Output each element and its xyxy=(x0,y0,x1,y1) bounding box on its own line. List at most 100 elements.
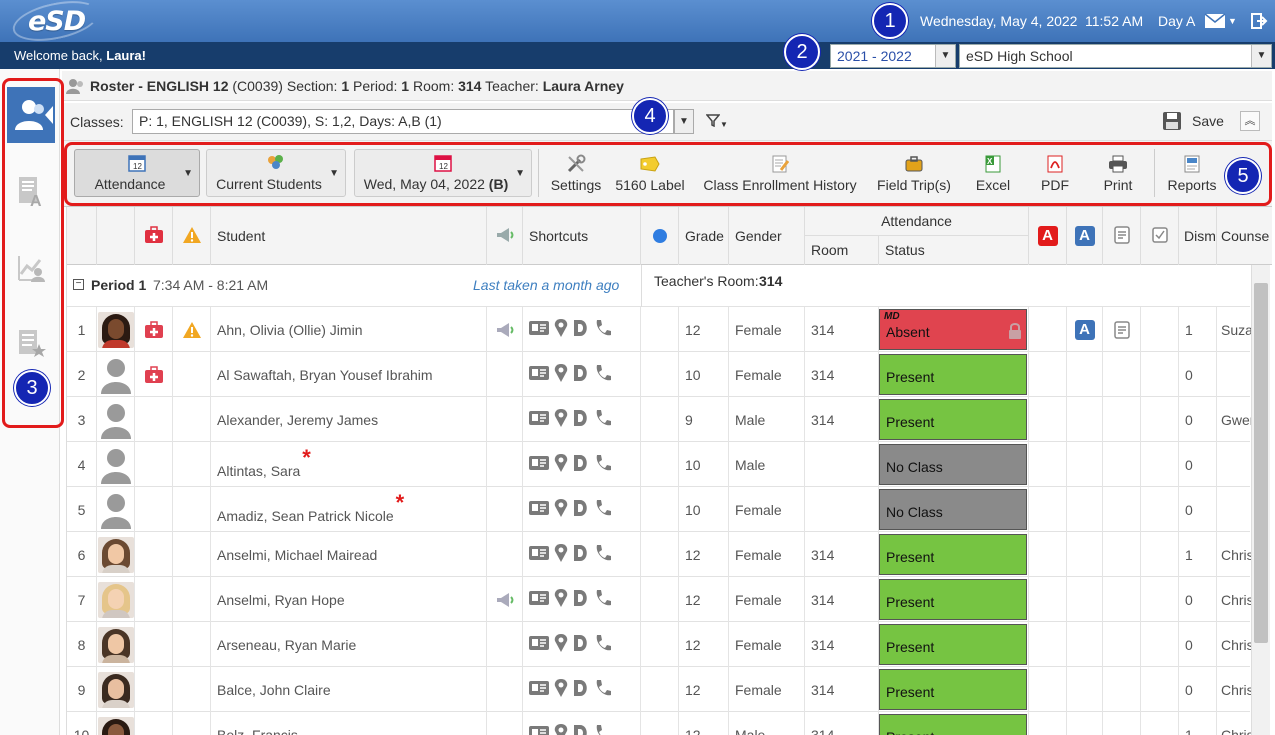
table-row[interactable]: 6 Anselmi, Michael Mairead 12 Female 314 Pres… xyxy=(67,532,1254,577)
table-row[interactable]: 8 Arseneau, Ryan Marie 12 Female 314 Present 0… xyxy=(67,622,1254,667)
attendance-status-button[interactable]: Present xyxy=(879,534,1027,575)
attendance-status-button[interactable]: No Class xyxy=(879,444,1027,485)
gender-header[interactable]: Gender xyxy=(729,207,805,265)
student-name[interactable]: Altintas, Sara * xyxy=(211,442,487,487)
id-card-icon[interactable] xyxy=(529,321,549,338)
period-group-row[interactable]: − Period 1 7:34 AM - 8:21 AM Last taken … xyxy=(67,265,1250,307)
attendance-status-button[interactable]: Present xyxy=(879,669,1027,710)
student-name[interactable]: Amadiz, Sean Patrick Nicole * xyxy=(211,487,487,532)
phone-icon[interactable] xyxy=(594,454,612,475)
table-row[interactable]: 2 Al Sawaftah, Bryan Yousef Ibrahim 10 Fema… xyxy=(67,352,1250,397)
room-header[interactable]: Room xyxy=(805,236,879,265)
location-pin-icon[interactable] xyxy=(554,453,568,476)
red-a-header[interactable]: A xyxy=(1029,207,1067,265)
scrollbar-thumb[interactable] xyxy=(1254,283,1268,643)
phone-icon[interactable] xyxy=(594,544,612,565)
medical-cell[interactable] xyxy=(135,352,173,397)
attendance-status-button[interactable]: Present xyxy=(879,624,1027,665)
d-letter-icon[interactable] xyxy=(573,409,589,430)
medical-cell[interactable] xyxy=(135,307,173,352)
phone-icon[interactable] xyxy=(594,679,612,700)
announcement-cell[interactable] xyxy=(487,577,523,622)
d-letter-icon[interactable] xyxy=(573,544,589,565)
student-name[interactable]: Arseneau, Ryan Marie xyxy=(211,622,487,667)
location-pin-icon[interactable] xyxy=(554,318,568,341)
id-card-icon[interactable] xyxy=(529,681,549,698)
dismissal-header[interactable]: Dism xyxy=(1179,207,1217,265)
student-name[interactable]: Ahn, Olivia (Ollie) Jimin xyxy=(211,307,487,352)
table-row[interactable]: 9 Balce, John Claire 12 Female 314 Present 0 Ch… xyxy=(67,667,1254,712)
attendance-status-button[interactable]: Present xyxy=(879,714,1027,735)
id-card-icon[interactable] xyxy=(529,456,549,473)
classes-dropdown-button[interactable]: ▼ xyxy=(674,109,694,134)
location-pin-icon[interactable] xyxy=(554,498,568,521)
id-card-icon[interactable] xyxy=(529,366,549,383)
table-row[interactable]: 3 Alexander, Jeremy James 9 Male 314 Present 0… xyxy=(67,397,1254,442)
location-pin-icon[interactable] xyxy=(554,543,568,566)
attendance-status-button[interactable]: Present xyxy=(879,399,1027,440)
id-card-icon[interactable] xyxy=(529,636,549,653)
student-name[interactable]: Anselmi, Michael Mairead xyxy=(211,532,487,577)
classes-select[interactable]: P: 1, ENGLISH 12 (C0039), S: 1,2, Days: … xyxy=(132,109,674,134)
alert-header[interactable] xyxy=(173,207,211,265)
blue-a-cell[interactable]: A xyxy=(1067,307,1103,352)
collapse-button[interactable]: ︽ xyxy=(1240,111,1260,131)
student-name[interactable]: Alexander, Jeremy James xyxy=(211,397,487,442)
student-name[interactable]: Anselmi, Ryan Hope xyxy=(211,577,487,622)
table-row[interactable]: 7 Anselmi, Ryan Hope 12 Female 314 Present 0 Ch… xyxy=(67,577,1254,622)
table-row[interactable]: 5 Amadiz, Sean Patrick Nicole * 10 Female No … xyxy=(67,487,1250,532)
notes-header[interactable] xyxy=(1103,207,1141,265)
logout-button[interactable] xyxy=(1250,0,1268,42)
d-letter-icon[interactable] xyxy=(573,364,589,385)
student-header[interactable]: Student xyxy=(211,207,487,265)
notes-cell[interactable] xyxy=(1103,307,1141,352)
phone-icon[interactable] xyxy=(594,499,612,520)
checkbox-header[interactable] xyxy=(1141,207,1179,265)
id-card-icon[interactable] xyxy=(529,726,549,735)
student-name[interactable]: Balce, John Claire xyxy=(211,667,487,712)
d-letter-icon[interactable] xyxy=(573,679,589,700)
attendance-status-button[interactable]: Present xyxy=(879,579,1027,620)
announcement-header[interactable] xyxy=(487,207,523,265)
d-letter-icon[interactable] xyxy=(573,589,589,610)
id-card-icon[interactable] xyxy=(529,591,549,608)
status-dot-header[interactable] xyxy=(641,207,679,265)
location-pin-icon[interactable] xyxy=(554,408,568,431)
d-letter-icon[interactable] xyxy=(573,454,589,475)
shortcuts-header[interactable]: Shortcuts xyxy=(523,207,641,265)
phone-icon[interactable] xyxy=(594,589,612,610)
phone-icon[interactable] xyxy=(594,409,612,430)
id-card-icon[interactable] xyxy=(529,546,549,563)
status-header[interactable]: Status xyxy=(879,236,1029,265)
last-taken-link[interactable]: Last taken a month ago xyxy=(473,277,619,293)
attendance-status-button[interactable]: MD Absent xyxy=(879,309,1027,350)
attendance-status-button[interactable]: Present xyxy=(879,354,1027,395)
blue-a-header[interactable]: A xyxy=(1067,207,1103,265)
table-row[interactable]: 1 Ahn, Olivia (Ollie) Jimin 12 Female 314 MD A… xyxy=(67,307,1253,352)
location-pin-icon[interactable] xyxy=(554,723,568,735)
attendance-status-button[interactable]: No Class xyxy=(879,489,1027,530)
phone-icon[interactable] xyxy=(594,319,612,340)
medical-header[interactable] xyxy=(135,207,173,265)
school-year-select[interactable]: 2021 - 2022 ▼ xyxy=(830,44,956,68)
location-pin-icon[interactable] xyxy=(554,588,568,611)
school-select[interactable]: eSD High School ▼ xyxy=(959,44,1272,68)
phone-icon[interactable] xyxy=(594,724,612,735)
location-pin-icon[interactable] xyxy=(554,678,568,701)
save-button[interactable]: Save xyxy=(1162,111,1224,131)
id-card-icon[interactable] xyxy=(529,411,549,428)
d-letter-icon[interactable] xyxy=(573,724,589,735)
location-pin-icon[interactable] xyxy=(554,633,568,656)
table-row[interactable]: 4 Altintas, Sara * 10 Male No Class 0 xyxy=(67,442,1250,487)
filter-menu-button[interactable]: ▼ xyxy=(705,113,728,130)
alert-cell[interactable] xyxy=(173,307,211,352)
announcement-cell[interactable] xyxy=(487,307,523,352)
collapse-icon[interactable]: − xyxy=(73,279,84,290)
student-name[interactable]: Belz, Francis xyxy=(211,712,487,735)
student-name[interactable]: Al Sawaftah, Bryan Yousef Ibrahim xyxy=(211,352,487,397)
table-row[interactable]: 10Belz, Francis12Male314Present1Chris xyxy=(67,712,1254,735)
grade-header[interactable]: Grade xyxy=(679,207,729,265)
d-letter-icon[interactable] xyxy=(573,319,589,340)
phone-icon[interactable] xyxy=(594,364,612,385)
location-pin-icon[interactable] xyxy=(554,363,568,386)
